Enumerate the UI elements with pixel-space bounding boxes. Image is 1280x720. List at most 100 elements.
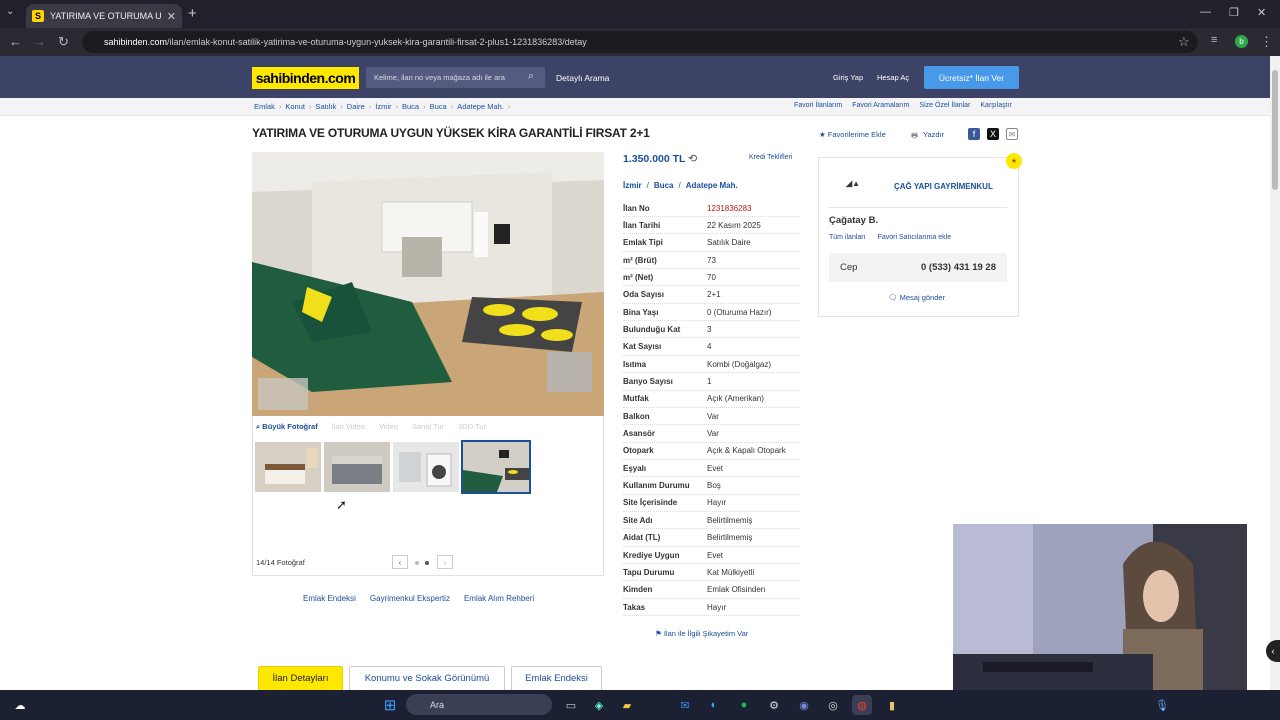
listing-location: İzmir / Buca / Adatepe Mah. <box>623 181 738 190</box>
detail-row: Mutfak Açık (Amerikan) <box>623 391 799 408</box>
register-link[interactable]: Hesap Aç <box>877 73 909 82</box>
prev-thumbs-button[interactable]: ‹ <box>392 555 408 569</box>
send-message-link[interactable]: 🗨 Mesaj gönder <box>888 293 945 302</box>
site-logo[interactable]: sahibinden.com <box>252 67 359 89</box>
thumb-page-dot[interactable] <box>415 561 419 565</box>
breadcrumb-item[interactable]: Emlak <box>254 102 275 111</box>
reload-icon[interactable]: ↻ <box>58 34 69 50</box>
price-history-icon[interactable]: ⟲ <box>688 152 697 165</box>
report-listing-link[interactable]: ⚑ İlan ile İlgili Şikayetim Var <box>655 629 748 638</box>
browser-tab[interactable]: S YATIRIMA VE OTURUMA UYGUN ✕ <box>26 4 182 28</box>
listing-title: YATIRIMA VE OTURUMA UYGUN YÜKSEK KİRA GA… <box>252 126 650 140</box>
phone-label: Cep <box>840 262 858 273</box>
discord-icon[interactable]: ◉ <box>794 695 814 715</box>
tab-location-street[interactable]: Konumu ve Sokak Görünümü <box>349 666 505 690</box>
windows-start-icon[interactable]: ⊞ <box>380 695 400 715</box>
mail-icon[interactable]: ✉ <box>1006 128 1018 140</box>
detail-row: Bulunduğu Kat 3 <box>623 321 799 339</box>
all-listings-link[interactable]: Tüm ilanları <box>829 234 866 241</box>
scrollbar-thumb[interactable] <box>1272 70 1278 190</box>
detail-label: Bina Yaşı <box>623 307 659 317</box>
chrome-icon[interactable]: ◍ <box>852 695 872 715</box>
real-estate-index-link[interactable]: Emlak Endeksi <box>303 594 356 603</box>
credit-offers-link[interactable]: Kredi Teklifleri <box>749 154 792 161</box>
forward-icon[interactable]: → <box>33 34 46 49</box>
detail-row: m² (Net) 70 <box>623 269 799 287</box>
address-bar-row: ← → ↻ sahibinden.com/ilan/emlak-konut-sa… <box>0 28 1280 56</box>
close-tab-icon[interactable]: ✕ <box>167 10 176 23</box>
breadcrumb-item[interactable]: Buca <box>402 102 419 111</box>
favorite-searches-link[interactable]: Favori Aramalarım <box>852 102 909 109</box>
location-district[interactable]: Buca <box>654 181 674 190</box>
tab-search-icon[interactable]: ⌄ <box>6 6 14 17</box>
minimize-icon[interactable]: — <box>1200 6 1211 18</box>
task-view-icon[interactable]: ▭ <box>561 695 581 715</box>
photo-thumbnail-selected[interactable] <box>461 440 531 494</box>
detail-label: Takas <box>623 602 646 612</box>
search-input[interactable]: Kelime, ilan no veya mağaza adı ile ara <box>366 67 545 88</box>
url-field[interactable]: sahibinden.com/ilan/emlak-konut-satilik-… <box>82 31 1198 53</box>
tab-search-list-icon[interactable]: ≡ <box>1211 34 1217 46</box>
thumb-page-dot-active[interactable] <box>425 561 429 565</box>
detail-label: Kimden <box>623 585 653 595</box>
next-thumbs-button[interactable]: › <box>437 555 453 569</box>
location-neighborhood[interactable]: Adatepe Mah. <box>686 181 738 190</box>
detail-row: Krediye Uygun Evet <box>623 547 799 564</box>
steam-icon[interactable]: ⚙ <box>764 695 784 715</box>
personal-listings-link[interactable]: Size Özel İlanlar <box>919 102 970 109</box>
large-photo-button[interactable]: ⌕ Büyük Fotoğraf <box>256 422 318 432</box>
office-logo-icon[interactable]: ◢▲ <box>846 179 888 189</box>
detail-row: Otopark Açık & Kapalı Otopark <box>623 443 799 460</box>
close-window-icon[interactable]: ✕ <box>1257 6 1266 19</box>
facebook-icon[interactable]: f <box>968 128 980 140</box>
new-tab-icon[interactable]: + <box>188 5 197 22</box>
edge-icon[interactable]: ◐ <box>704 695 724 715</box>
side-collapse-icon[interactable]: ‹ <box>1266 640 1280 662</box>
spotify-icon[interactable]: ● <box>734 695 754 715</box>
breadcrumb-item[interactable]: Satılık <box>315 102 336 111</box>
print-link[interactable]: Yazdır <box>923 130 944 139</box>
breadcrumb-item[interactable]: Konut <box>285 102 305 111</box>
breadcrumb-item[interactable]: İzmir <box>375 102 391 111</box>
tab-real-estate-index[interactable]: Emlak Endeksi <box>511 666 602 690</box>
compare-link[interactable]: Karşılaştır <box>980 102 1012 109</box>
photo-thumbnail[interactable] <box>324 442 390 492</box>
obs-icon[interactable]: ◎ <box>823 695 843 715</box>
tab-listing-details[interactable]: İlan Detayları <box>258 666 343 690</box>
search-icon[interactable]: ⌕ <box>528 70 534 83</box>
print-icon[interactable]: 🖶 <box>911 130 918 143</box>
main-photo[interactable] <box>252 152 604 416</box>
seller-name: Çağatay B. <box>829 215 879 226</box>
favorite-seller-link[interactable]: Favori Satıcılarıma ekle <box>878 234 952 241</box>
file-explorer-icon[interactable]: ▰ <box>617 695 637 715</box>
buying-guide-link[interactable]: Emlak Alım Rehberi <box>464 594 534 603</box>
breadcrumb-item[interactable]: Daire <box>347 102 365 111</box>
outlook-icon[interactable]: ✉ <box>675 695 695 715</box>
mic-icon[interactable]: 🎙 <box>1152 695 1172 715</box>
detail-label: İlan Tarihi <box>623 220 661 230</box>
restore-icon[interactable]: ❐ <box>1229 6 1239 19</box>
add-favorite-link[interactable]: ★ Favorilerime Ekle <box>819 130 886 139</box>
app-icon[interactable]: ▮ <box>882 695 902 715</box>
taskbar-search[interactable]: Ara <box>406 694 552 715</box>
breadcrumb-item[interactable]: Buca <box>430 102 447 111</box>
back-icon[interactable]: ← <box>9 34 22 49</box>
photo-thumbnail[interactable] <box>255 442 321 492</box>
photo-thumbnail[interactable] <box>393 442 459 492</box>
location-city[interactable]: İzmir <box>623 181 642 190</box>
breadcrumb-item[interactable]: Adatepe Mah. <box>457 102 504 111</box>
profile-avatar[interactable]: b <box>1235 35 1248 48</box>
copilot-icon[interactable]: ◈ <box>589 695 609 715</box>
bookmark-star-icon[interactable]: ☆ <box>1178 34 1190 50</box>
x-icon[interactable]: X <box>987 128 999 140</box>
post-ad-button[interactable]: Ücretsiz* İlan Ver <box>924 66 1019 89</box>
menu-kebab-icon[interactable]: ⋮ <box>1260 34 1273 50</box>
phone-number[interactable]: 0 (533) 431 19 28 <box>921 262 996 273</box>
appraisal-link[interactable]: Gayrimenkul Ekspertiz <box>370 594 450 603</box>
weather-widget-icon[interactable]: ☁ <box>10 695 30 715</box>
advanced-search-link[interactable]: Detaylı Arama <box>556 73 609 83</box>
detail-value: Var <box>707 429 719 439</box>
favorite-listings-link[interactable]: Favori İlanlarım <box>794 102 842 109</box>
login-link[interactable]: Giriş Yap <box>833 73 863 82</box>
office-name[interactable]: ÇAĞ YAPI GAYRİMENKUL <box>894 182 993 191</box>
